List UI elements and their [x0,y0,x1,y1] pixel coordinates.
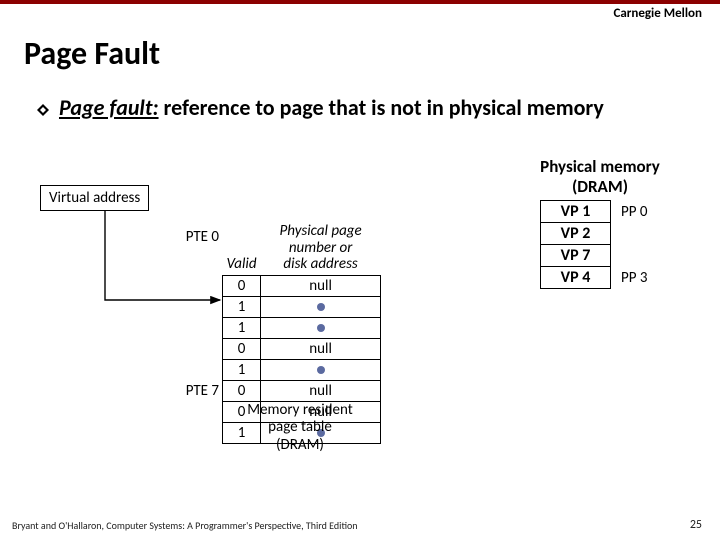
pm-vp-cell: VP 7 [541,245,611,267]
pm-pp-label: PP 3 [611,267,650,289]
virtual-address-box: Virtual address [40,185,149,211]
pte7-label: PTE 7 [174,382,219,400]
pte-addr-cell [261,359,381,380]
pte-valid-cell: 1 [223,317,261,338]
pte-valid-cell: 0 [223,338,261,359]
pm-pp-label: PP 0 [611,201,650,223]
pte-valid-cell: 0 [223,275,261,296]
footer-text: Bryant and O'Hallaron, Computer Systems:… [12,519,358,532]
bullet-icon [36,96,54,123]
page-table-row: 1 [223,296,381,317]
main-bullet: Page fault: reference to page that is no… [36,94,604,123]
pm-row: VP 2 [541,223,650,245]
pm-pp-label [611,223,650,245]
pm-vp-cell: VP 4 [541,267,611,289]
pte-addr-cell [261,317,381,338]
pte-valid-cell: 0 [223,380,261,401]
top-accent-bar [0,0,720,4]
pm-vp-cell: VP 1 [541,201,611,223]
header-ppn: Physical page number or disk address [261,223,381,275]
bullet-rest: reference to page that is not in physica… [159,94,604,121]
dot-icon [317,303,325,311]
pte0-label: PTE 0 [174,228,219,246]
slide-title: Page Fault [24,34,160,73]
physical-memory-table: VP 1PP 0VP 2VP 7VP 4PP 3 [540,200,650,289]
page-number: 25 [690,518,702,532]
pm-pp-label [611,245,650,267]
pte-valid-cell: 1 [223,359,261,380]
pte-addr-cell: null [261,338,381,359]
page-table-header-row: Valid Physical page number or disk addre… [223,223,381,275]
pm-row: VP 4PP 3 [541,267,650,289]
page-table-row: 0null [223,380,381,401]
header-valid: Valid [223,223,261,275]
bullet-term: Page fault: [59,94,159,121]
pte-valid-cell: 1 [223,296,261,317]
brand-label: Carnegie Mellon [613,6,702,21]
page-table-row: 1 [223,317,381,338]
dot-icon [317,324,325,332]
pte-addr-cell: null [261,380,381,401]
physical-memory-heading: Physical memory (DRAM) [520,157,680,196]
page-table-row: 0null [223,275,381,296]
dot-icon [317,366,325,374]
page-table-row: 0null [223,338,381,359]
pm-vp-cell: VP 2 [541,223,611,245]
page-table-caption: Memory resident page table (DRAM) [225,402,375,454]
pm-row: VP 1PP 0 [541,201,650,223]
pte-addr-cell [261,296,381,317]
page-table-row: 1 [223,359,381,380]
pte-addr-cell: null [261,275,381,296]
pm-row: VP 7 [541,245,650,267]
